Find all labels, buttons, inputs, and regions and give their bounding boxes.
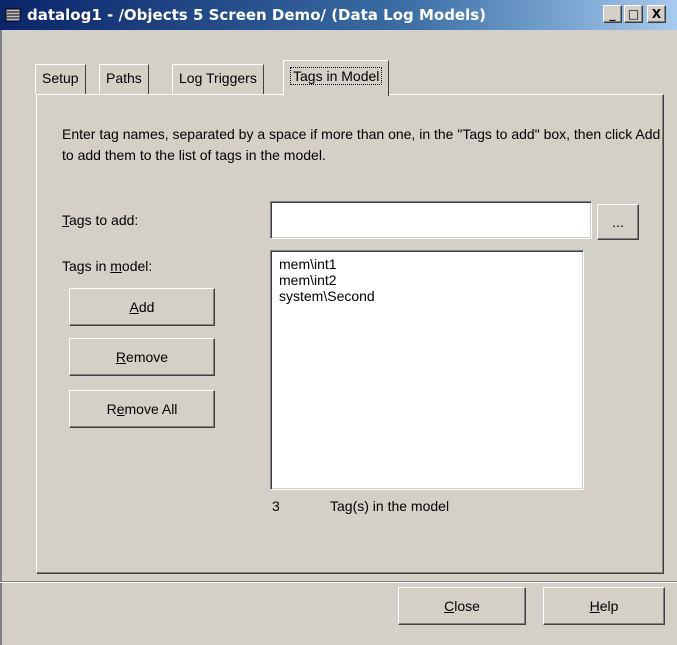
mnemonic: A <box>129 299 139 315</box>
close-button[interactable]: Close <box>398 587 526 625</box>
mnemonic: H <box>589 598 600 614</box>
mnemonic: C <box>444 598 455 614</box>
list-item[interactable]: mem\int1 <box>279 256 575 272</box>
list-item[interactable]: system\Second <box>279 288 575 304</box>
tab-tags-in-model[interactable]: Tags in Model <box>283 60 390 96</box>
database-icon <box>5 8 21 22</box>
browse-tags-button[interactable]: ... <box>597 204 639 240</box>
mnemonic: T <box>62 212 69 228</box>
window-left-edge <box>0 30 2 645</box>
list-item[interactable]: mem\int2 <box>279 272 575 288</box>
tags-in-model-label: Tags in model: <box>62 258 152 274</box>
add-button[interactable]: Add <box>69 288 215 326</box>
button-label: emove <box>126 349 169 365</box>
instructions-text: Enter tag names, separated by a space if… <box>62 126 661 163</box>
tab-label: Setup <box>42 70 79 86</box>
label-text: ags to add: <box>69 212 139 228</box>
window-title: datalog1 - /Objects 5 Screen Demo/ (Data… <box>27 6 487 24</box>
close-window-button[interactable]: X <box>647 5 666 23</box>
tab-label: Tags in Model <box>290 67 383 85</box>
button-label: lose <box>454 598 480 614</box>
tab-log-triggers[interactable]: Log Triggers <box>172 64 264 94</box>
mnemonic: R <box>115 349 127 365</box>
button-label: dd <box>138 299 155 315</box>
title-bar: datalog1 - /Objects 5 Screen Demo/ (Data… <box>0 0 677 30</box>
mnemonic: e <box>116 401 125 417</box>
label-text: odel: <box>121 258 153 274</box>
tag-count: 3 <box>272 498 280 514</box>
tab-label: Log Triggers <box>179 70 257 86</box>
button-label: elp <box>599 598 619 614</box>
label-text: Tags in <box>62 258 111 274</box>
minimize-button[interactable]: _ <box>603 5 622 23</box>
remove-button[interactable]: Remove <box>69 338 215 376</box>
tab-paths[interactable]: Paths <box>99 64 149 94</box>
button-label: R <box>106 401 117 417</box>
mnemonic: m <box>110 258 122 274</box>
footer-separator-highlight <box>0 582 677 583</box>
remove-all-button[interactable]: Remove All <box>69 390 215 428</box>
tab-setup[interactable]: Setup <box>35 64 86 94</box>
tab-label: Paths <box>106 70 142 86</box>
help-button[interactable]: Help <box>543 587 665 625</box>
tags-in-model-list[interactable]: mem\int1 mem\int2 system\Second <box>270 250 584 490</box>
maximize-button[interactable]: □ <box>624 5 643 23</box>
button-label: move All <box>124 401 178 417</box>
tag-count-label: Tag(s) in the model <box>330 498 450 514</box>
tags-to-add-input[interactable] <box>270 201 592 239</box>
tags-to-add-label: Tags to add: <box>62 212 138 228</box>
